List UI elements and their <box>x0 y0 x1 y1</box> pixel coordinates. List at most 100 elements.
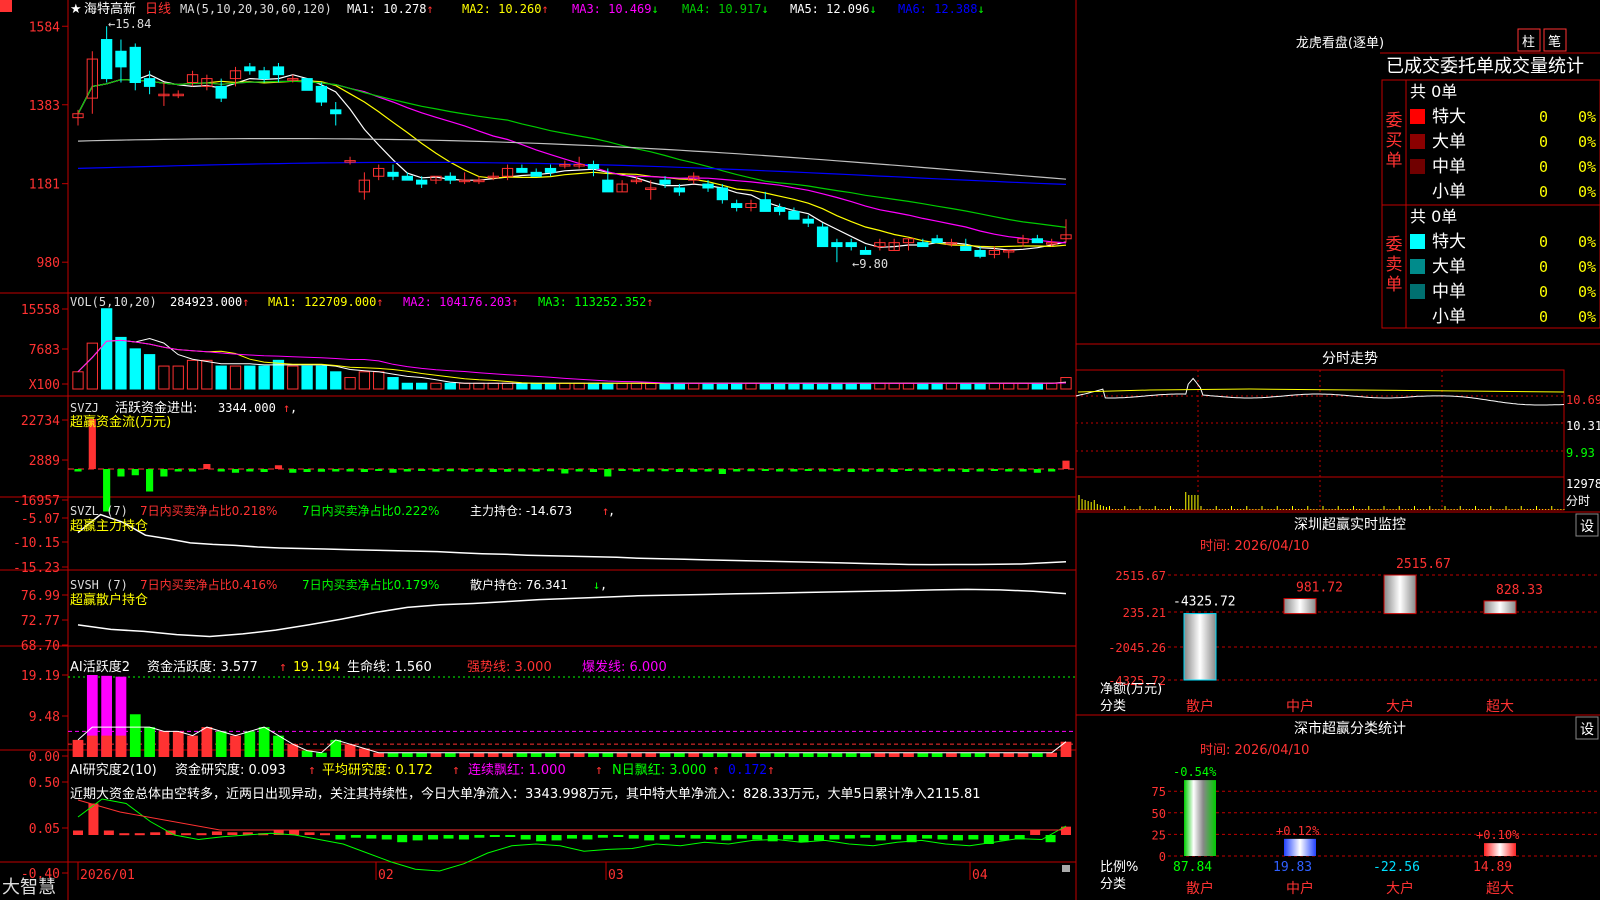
activity-bar[interactable] <box>946 752 957 757</box>
fund-flow-bar[interactable] <box>747 469 755 472</box>
activity-bar[interactable] <box>244 731 256 757</box>
volume-bar[interactable] <box>587 382 600 390</box>
lock-icon[interactable] <box>1062 865 1070 872</box>
activity-bar[interactable] <box>516 752 528 757</box>
fund-flow-bar[interactable] <box>274 465 283 469</box>
volume-bar[interactable] <box>945 382 958 390</box>
activity-bar[interactable] <box>444 752 456 757</box>
volume-bar[interactable] <box>258 365 270 390</box>
research-bar[interactable] <box>196 833 207 836</box>
volume-bar[interactable] <box>960 382 972 390</box>
volume-bar[interactable] <box>115 336 127 390</box>
activity-bar[interactable] <box>960 752 972 757</box>
activity-bar[interactable] <box>817 752 828 757</box>
research-bar[interactable] <box>783 835 794 840</box>
activity-bar[interactable] <box>487 752 499 757</box>
sc-bar[interactable] <box>1184 780 1216 856</box>
ai-activity-chart[interactable]: 19.19 9.48 0.00 AI活跃度2 资金活跃度: 3.577 ↑ 19.194 生命… <box>21 659 1076 765</box>
activity-bar[interactable] <box>129 714 141 757</box>
sc-bar[interactable] <box>1284 838 1316 856</box>
volume-bar[interactable] <box>244 365 256 390</box>
volume-bar[interactable] <box>186 359 199 390</box>
fund-flow-bar[interactable] <box>403 469 411 472</box>
volume-bar[interactable] <box>874 382 886 390</box>
research-bar[interactable] <box>505 835 516 837</box>
fund-flow-bar[interactable] <box>632 469 641 472</box>
volume-bar[interactable] <box>330 371 342 390</box>
research-bar[interactable] <box>567 835 577 839</box>
volume-bar[interactable] <box>673 382 686 390</box>
activity-bar[interactable] <box>530 752 542 757</box>
volume-bar[interactable] <box>544 382 557 390</box>
volume-bar[interactable] <box>287 365 299 390</box>
activity-bar[interactable] <box>330 739 342 757</box>
volume-bar[interactable] <box>315 365 328 390</box>
volume-chart[interactable]: 15558 7683 X100 VOL(5,10,20) 284923.000↑ MA1:… <box>21 295 1072 393</box>
sc-bar[interactable] <box>1484 843 1516 856</box>
candle[interactable] <box>272 66 285 76</box>
volume-bar[interactable] <box>487 382 499 390</box>
research-bar[interactable] <box>412 835 423 841</box>
candle[interactable] <box>401 175 413 181</box>
volume-bar[interactable] <box>931 382 943 390</box>
volume-bar[interactable] <box>458 382 471 390</box>
fund-flow-bar[interactable] <box>833 469 841 472</box>
research-bar[interactable] <box>690 835 701 839</box>
research-bar[interactable] <box>860 835 871 838</box>
fund-flow-bar[interactable] <box>947 469 956 472</box>
volume-bar[interactable] <box>573 382 585 390</box>
research-bar[interactable] <box>134 833 145 836</box>
fund-flow-bar[interactable] <box>919 469 927 472</box>
fund-flow-bar[interactable] <box>131 469 139 476</box>
candle[interactable] <box>716 187 729 201</box>
activity-bar[interactable] <box>387 752 399 757</box>
candle[interactable] <box>731 203 743 208</box>
volume-bar[interactable] <box>745 382 757 390</box>
research-bar[interactable] <box>752 835 763 840</box>
candle[interactable] <box>258 70 270 80</box>
activity-bar[interactable] <box>72 739 84 757</box>
candle[interactable] <box>415 179 428 185</box>
candle[interactable] <box>530 171 542 177</box>
candle[interactable] <box>387 171 399 177</box>
research-bar[interactable] <box>474 835 485 838</box>
sz-bar[interactable] <box>1283 598 1317 615</box>
fund-flow-bar[interactable] <box>174 469 182 472</box>
volume-bar[interactable] <box>630 382 643 390</box>
activity-bar[interactable] <box>989 752 1000 757</box>
candle[interactable] <box>845 242 857 248</box>
fund-flow-bar[interactable] <box>246 469 254 472</box>
candle[interactable] <box>917 242 929 248</box>
volume-bar[interactable] <box>501 382 514 390</box>
volume-bar[interactable] <box>401 382 413 390</box>
activity-bar[interactable] <box>172 731 184 757</box>
research-bar[interactable] <box>937 835 948 840</box>
fund-flow-bar[interactable] <box>604 469 612 477</box>
research-bar[interactable] <box>320 833 330 836</box>
corner-icon[interactable] <box>0 0 12 12</box>
research-bar[interactable] <box>520 835 531 840</box>
research-bar[interactable] <box>952 835 963 841</box>
activity-bar[interactable] <box>802 752 814 757</box>
research-bar[interactable] <box>335 835 346 840</box>
fund-flow-bar[interactable] <box>733 469 741 472</box>
research-bar[interactable] <box>211 831 222 835</box>
candle[interactable] <box>659 179 671 185</box>
activity-bar[interactable] <box>645 752 657 757</box>
fund-flow-bar[interactable] <box>861 469 870 472</box>
volume-bar[interactable] <box>645 382 657 390</box>
fund-flow-bar[interactable] <box>146 469 154 492</box>
activity-bar[interactable] <box>545 752 556 757</box>
research-bar[interactable] <box>814 835 824 841</box>
fund-flow-bar[interactable] <box>475 469 483 472</box>
volume-bar[interactable] <box>788 382 800 390</box>
volume-bar[interactable] <box>1031 382 1044 390</box>
activity-bar[interactable] <box>459 752 470 757</box>
fund-flow-bar[interactable] <box>976 469 984 472</box>
volume-bar[interactable] <box>816 382 829 390</box>
research-bar[interactable] <box>705 835 716 840</box>
fund-flow-bar[interactable] <box>690 469 698 472</box>
volume-bar[interactable] <box>902 382 915 390</box>
fund-flow-bar[interactable] <box>260 469 268 472</box>
research-bar[interactable] <box>458 835 469 840</box>
